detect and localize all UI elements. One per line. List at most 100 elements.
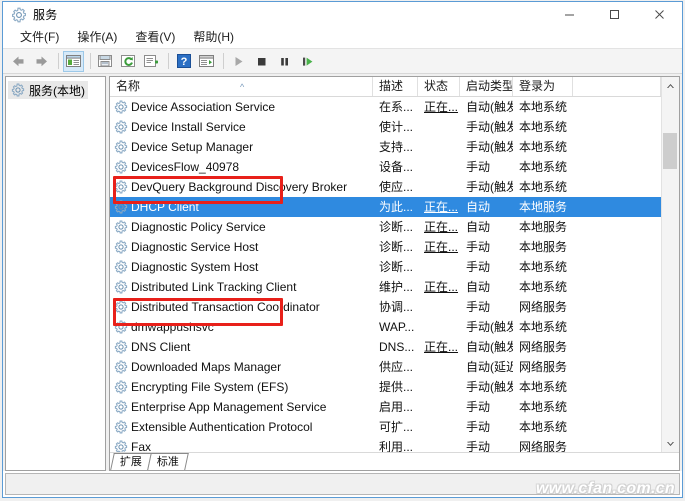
service-name-label: Diagnostic Service Host [131,240,259,254]
vertical-scrollbar[interactable] [661,77,679,452]
menu-action[interactable]: 操作(A) [68,27,126,48]
services-gear-icon [114,180,128,194]
export-list-button[interactable] [95,51,116,72]
start-service-icon [232,55,245,68]
table-row[interactable]: Encrypting File System (EFS) 提供... 手动(触发..… [110,377,661,397]
service-log-on-as-cell: 本地系统 [519,380,568,394]
scroll-up-icon[interactable] [662,77,679,94]
service-startup-type-cell: 自动(触发... [466,100,513,114]
service-description-cell: 诊断... [379,260,414,274]
table-row[interactable]: DevicesFlow_40978 设备... 手动 本地系统 [110,157,661,177]
service-description-cell: 诊断... [379,240,414,254]
services-gear-icon [114,140,128,154]
service-log-on-as-cell: 本地系统 [519,100,568,114]
service-description-cell: 使应... [379,180,414,194]
scroll-down-icon[interactable] [662,435,679,452]
column-header-startup-type[interactable]: 启动类型 [460,77,513,96]
table-row[interactable]: Device Association Service 在系... 正在... 自动(触… [110,97,661,117]
service-row-filler [573,137,661,157]
toolbar-separator-2 [90,53,91,69]
back-button[interactable] [8,51,29,72]
restart-service-button[interactable] [297,51,318,72]
service-status-cell: 正在... [424,220,459,234]
title-bar: 服务 [3,2,682,27]
table-row[interactable]: DNS Client DNS... 正在... 自动(触发... 网络服务 [110,337,661,357]
close-button[interactable] [637,2,682,27]
show-hide-console-tree-icon [66,54,81,68]
table-row[interactable]: Downloaded Maps Manager 供应... 自动(延迟... 网络服务 [110,357,661,377]
service-name-cell: Distributed Link Tracking Client [110,277,373,297]
services-gear-icon [114,220,128,234]
service-startup-type-cell: 手动(触发... [466,120,513,134]
table-row[interactable]: DHCP Client 为此... 正在... 自动 本地服务 [110,197,661,217]
services-gear-icon [114,120,128,134]
service-row-filler [573,97,661,117]
service-startup-type-cell: 手动(触发... [466,180,513,194]
scrollbar-track[interactable] [662,94,679,435]
column-header-name-label: 名称 [116,79,141,93]
table-row[interactable]: Device Install Service 使计... 手动(触发... 本地系统 [110,117,661,137]
service-status-cell [418,157,460,177]
table-row[interactable]: Distributed Link Tracking Client 维护... 正在.… [110,277,661,297]
service-name-cell: Device Setup Manager [110,137,373,157]
service-description-cell: 提供... [379,380,414,394]
service-name-label: Device Association Service [131,100,276,114]
service-row-filler [573,337,661,357]
column-header-name[interactable]: 名称 ^ [110,77,373,96]
properties-button[interactable] [141,51,162,72]
column-header-description[interactable]: 描述 [373,77,418,96]
table-row[interactable]: Diagnostic Service Host 诊断... 正在... 手动 本地服务 [110,237,661,257]
show-hide-console-tree-button[interactable] [63,50,84,72]
services-gear-icon [114,340,128,354]
menu-help[interactable]: 帮助(H) [184,27,243,48]
table-row[interactable]: DevQuery Background Discovery Broker 使应..… [110,177,661,197]
table-row[interactable]: dmwappushsvc WAP... 手动(触发... 本地系统 [110,317,661,337]
toolbar: ? [3,49,682,74]
pause-service-button[interactable] [274,51,295,72]
table-row[interactable]: Fax 利用... 手动 网络服务 [110,437,661,452]
menu-bar: 文件(F) 操作(A) 查看(V) 帮助(H) [3,27,682,49]
service-startup-type-cell: 自动 [466,280,491,294]
service-row-filler [573,357,661,377]
help-button[interactable]: ? [173,51,194,72]
scrollbar-thumb[interactable] [663,133,677,169]
forward-button[interactable] [31,51,52,72]
table-row[interactable]: Diagnostic Policy Service 诊断... 正在... 自动 本地服… [110,217,661,237]
refresh-button[interactable] [118,51,139,72]
service-status-cell: 正在... [424,240,459,254]
tab-extended[interactable]: 扩展 [110,453,152,470]
menu-view[interactable]: 查看(V) [126,27,184,48]
service-row-filler [573,437,661,452]
site-watermark: www.cfan.com.cn [535,480,675,497]
table-row[interactable]: Device Setup Manager 支持... 手动(触发... 本地系统 [110,137,661,157]
column-header-log-on-as[interactable]: 登录为 [513,77,573,96]
export-list-icon [98,54,113,68]
service-name-cell: Encrypting File System (EFS) [110,377,373,397]
table-row[interactable]: Enterprise App Management Service 启用... 手动… [110,397,661,417]
help-icon: ? [176,54,191,68]
service-startup-type-cell: 手动 [466,300,491,314]
table-row[interactable]: Diagnostic System Host 诊断... 手动 本地系统 [110,257,661,277]
table-row[interactable]: Extensible Authentication Protocol 可扩... 手… [110,417,661,437]
column-header-status[interactable]: 状态 [418,77,460,96]
service-name-label: DNS Client [131,340,191,354]
tree-node-services-local[interactable]: 服务(本地) [8,81,88,99]
service-description-cell: 在系... [379,100,414,114]
show-action-pane-button[interactable] [196,51,217,72]
svg-text:?: ? [180,56,187,68]
maximize-button[interactable] [592,2,637,27]
start-service-button[interactable] [228,51,249,72]
minimize-button[interactable] [547,2,592,27]
service-row-filler [573,117,661,137]
menu-file[interactable]: 文件(F) [11,27,68,48]
table-row[interactable]: Distributed Transaction Coordinator 协调...… [110,297,661,317]
service-log-on-as-cell: 本地服务 [519,220,568,234]
services-gear-icon [114,320,128,334]
service-row-filler [573,217,661,237]
service-startup-type-cell: 自动(延迟... [466,360,513,374]
tab-standard[interactable]: 标准 [147,453,189,470]
service-description-cell: 可扩... [379,420,414,434]
service-name-label: Encrypting File System (EFS) [131,380,289,394]
service-name-cell: DHCP Client [110,197,373,217]
stop-service-button[interactable] [251,51,272,72]
